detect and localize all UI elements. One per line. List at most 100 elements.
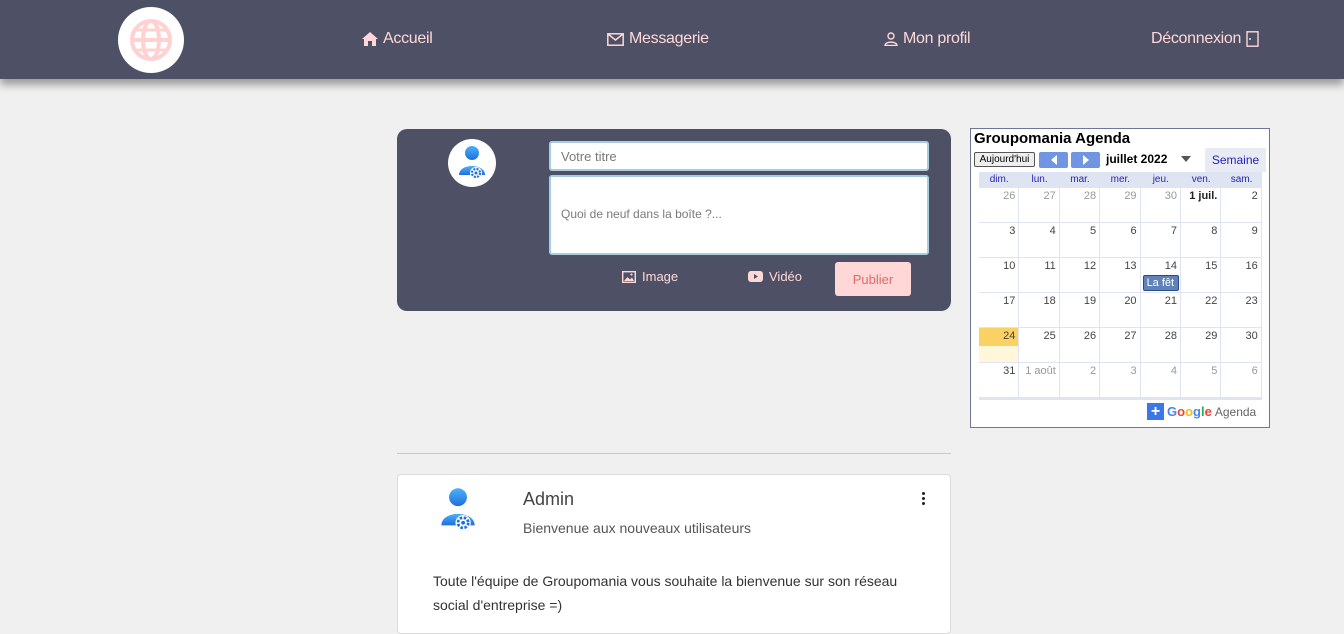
calendar-day-cell[interactable]: 3: [979, 223, 1020, 258]
calendar-day-cell[interactable]: 10: [979, 258, 1020, 293]
calendar-day-cell[interactable]: 25: [1019, 328, 1060, 363]
calendar-day-cell[interactable]: 2: [1059, 363, 1101, 398]
calendar-day-cell[interactable]: 18: [1019, 293, 1060, 328]
weekday-label: mar.: [1070, 174, 1090, 185]
calendar-day-cell[interactable]: 5: [1059, 223, 1101, 258]
calendar-day-cell[interactable]: 26: [979, 188, 1020, 223]
calendar-day-cell[interactable]: 6: [1100, 223, 1141, 258]
calendar-day-cell[interactable]: 7: [1140, 223, 1181, 258]
calendar-day-cell[interactable]: 5: [1180, 363, 1222, 398]
day-number: 2: [1090, 365, 1097, 377]
month-dropdown-icon[interactable]: [1181, 156, 1191, 162]
google-agenda-link[interactable]: + Google Agenda: [1147, 403, 1256, 420]
calendar-day-cell[interactable]: 23: [1221, 293, 1262, 328]
calendar-day-cell[interactable]: 16: [1221, 258, 1262, 293]
day-number: 18: [1043, 295, 1056, 307]
calendar-day-cell[interactable]: 22: [1180, 293, 1222, 328]
calendar-day-cell[interactable]: 11: [1019, 258, 1060, 293]
weekday-label: lun.: [1031, 174, 1048, 185]
calendar-day-cell[interactable]: 31: [979, 363, 1020, 398]
calendar-day-cell[interactable]: 29: [1180, 328, 1222, 363]
add-video-button[interactable]: Vidéo: [748, 269, 802, 284]
day-number: 1 août: [1025, 365, 1056, 377]
calendar-day-cell[interactable]: 28: [1140, 328, 1181, 363]
day-number: 5: [1211, 365, 1218, 377]
day-number: 14: [1164, 260, 1177, 272]
day-number: 19: [1083, 295, 1097, 307]
calendar-day-cell[interactable]: 29: [1100, 188, 1141, 223]
calendar-day-cell[interactable]: 17: [979, 293, 1020, 328]
calendar-prev-button[interactable]: [1039, 152, 1068, 168]
weekday-label: ven.: [1191, 174, 1211, 185]
top-navbar: Accueil Messagerie Mon profil Déconnexio…: [0, 0, 1344, 79]
calendar-week-row: 24 25 26 27 28 29 30: [979, 328, 1262, 363]
calendar-widget: Groupomania Agenda Aujourd'hui juillet 2…: [970, 128, 1270, 428]
post-options-menu-icon[interactable]: [918, 491, 928, 509]
calendar-day-cell[interactable]: 19: [1059, 293, 1101, 328]
calendar-day-cell[interactable]: 2: [1221, 188, 1262, 223]
calendar-day-cell[interactable]: 14 La fêt: [1140, 258, 1181, 293]
nav-profile-link[interactable]: Mon profil: [884, 28, 971, 50]
calendar-day-cell[interactable]: 28: [1059, 188, 1101, 223]
calendar-today-button[interactable]: Aujourd'hui: [974, 152, 1035, 167]
calendar-day-cell[interactable]: 9: [1221, 223, 1262, 258]
day-number: 22: [1205, 295, 1218, 307]
day-number: 29: [1124, 190, 1137, 202]
calendar-day-cell[interactable]: 13: [1100, 258, 1141, 293]
calendar-week-tab[interactable]: Semaine: [1205, 148, 1266, 172]
video-label: Vidéo: [769, 269, 803, 284]
day-number: 9: [1251, 225, 1258, 237]
day-number: 10: [1003, 260, 1016, 272]
day-number: 16: [1245, 260, 1258, 272]
calendar-day-cell[interactable]: 21: [1140, 293, 1181, 328]
nav-messages-label: Messagerie: [629, 30, 709, 47]
day-number: 4: [1170, 365, 1177, 377]
weekday-header-row: dim. lun. mar. mer. jeu. ven. sam.: [979, 172, 1262, 188]
day-number: 6: [1251, 365, 1258, 377]
calendar-today-cell[interactable]: 24: [979, 328, 1020, 363]
calendar-week-row: 3 4 5 6 7 8 9: [979, 223, 1262, 258]
day-number: 7: [1170, 225, 1177, 237]
add-image-button[interactable]: Image: [622, 269, 678, 284]
calendar-day-cell[interactable]: 1 août: [1019, 363, 1060, 398]
image-label: Image: [642, 269, 679, 284]
calendar-day-cell[interactable]: 12: [1059, 258, 1101, 293]
globe-logo[interactable]: [118, 7, 184, 73]
calendar-day-cell[interactable]: 3: [1100, 363, 1141, 398]
day-number: 8: [1211, 225, 1218, 237]
day-number: 17: [1003, 295, 1016, 307]
calendar-day-cell[interactable]: 1 juil.: [1180, 188, 1222, 223]
calendar-day-cell[interactable]: 27: [1019, 188, 1060, 223]
post-body: Toute l'équipe de Groupomania vous souha…: [433, 573, 898, 613]
calendar-day-cell[interactable]: 4: [1140, 363, 1181, 398]
nav-logout-link[interactable]: Déconnexion: [1151, 28, 1259, 50]
calendar-day-cell[interactable]: 20: [1100, 293, 1141, 328]
calendar-event-chip[interactable]: La fêt: [1142, 275, 1179, 291]
calendar-day-cell[interactable]: 4: [1019, 223, 1060, 258]
calendar-month-grid: dim. lun. mar. mer. jeu. ven. sam. 26 27…: [979, 172, 1262, 400]
image-icon: [622, 270, 636, 283]
post-title-input[interactable]: [549, 141, 929, 171]
day-number: 12: [1083, 260, 1097, 272]
nav-profile-label: Mon profil: [903, 30, 971, 47]
post-body-input[interactable]: [549, 175, 929, 255]
calendar-day-cell[interactable]: 30: [1221, 328, 1262, 363]
google-wordmark: Google: [1167, 404, 1212, 419]
plus-icon: +: [1147, 403, 1164, 420]
calendar-day-cell[interactable]: 8: [1180, 223, 1222, 258]
calendar-day-cell[interactable]: 30: [1140, 188, 1181, 223]
feed-divider: [397, 453, 951, 454]
publish-button[interactable]: Publier: [835, 262, 911, 296]
calendar-day-cell[interactable]: 27: [1100, 328, 1141, 363]
calendar-day-cell[interactable]: 26: [1059, 328, 1101, 363]
day-number: 26: [1003, 190, 1016, 202]
envelope-icon: [607, 32, 624, 46]
calendar-next-button[interactable]: [1071, 152, 1100, 168]
post-title: Bienvenue aux nouveaux utilisateurs: [523, 520, 752, 536]
day-number: 27: [1124, 330, 1137, 342]
nav-home-link[interactable]: Accueil: [362, 28, 433, 50]
nav-messages-link[interactable]: Messagerie: [607, 28, 709, 50]
calendar-day-cell[interactable]: 15: [1180, 258, 1222, 293]
post-author[interactable]: Admin: [523, 489, 574, 510]
calendar-day-cell[interactable]: 6: [1221, 363, 1262, 398]
